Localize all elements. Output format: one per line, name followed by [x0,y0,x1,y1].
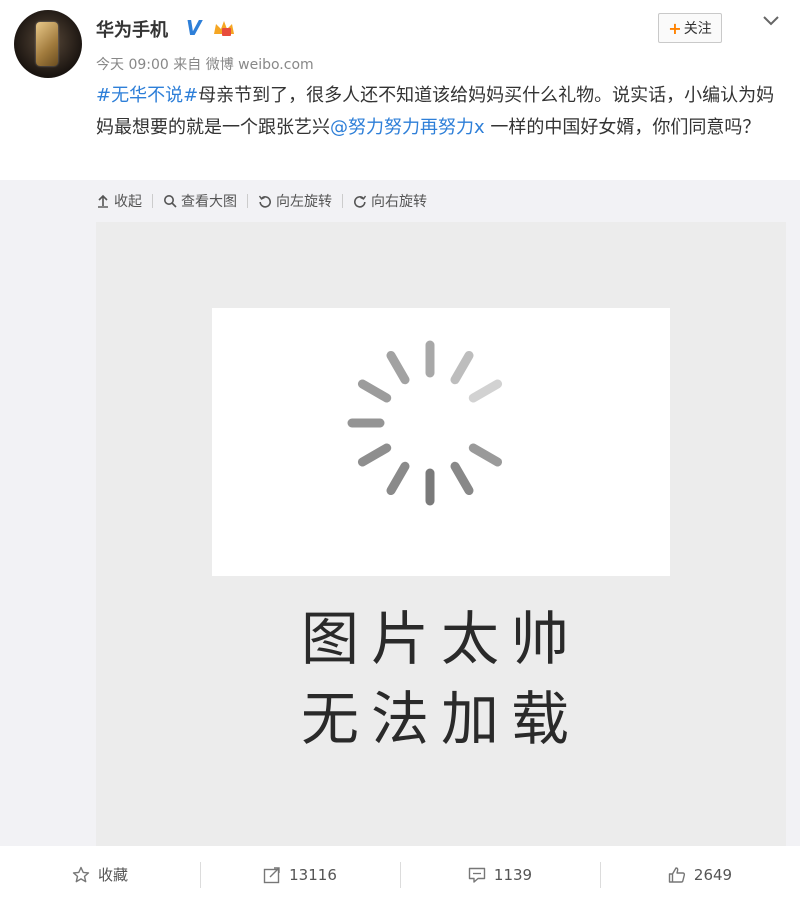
rotate-right-label: 向右旋转 [371,194,427,210]
rotate-left-icon [258,195,271,208]
view-large-label: 查看大图 [181,194,237,210]
follow-label: 关注 [683,21,712,37]
rotate-left-button[interactable]: 向左旋转 [258,191,332,211]
share-icon [263,866,280,883]
toolbar-divider [247,194,248,208]
comment-button[interactable]: 1139 [400,846,600,903]
like-button[interactable]: 2649 [600,846,800,903]
phone-image [36,22,58,66]
repost-count: 13116 [289,865,337,884]
hashtag-link[interactable]: #无华不说# [96,85,198,106]
view-large-button[interactable]: 查看大图 [163,191,237,211]
post-text-part-b: 一样的中国好女婿，你们同意吗？ [484,117,761,138]
comment-icon [468,867,486,883]
loading-card [212,308,670,576]
rotate-left-label: 向左旋转 [276,194,332,210]
image-caption-line2: 无法加载 [300,685,581,753]
chevron-down-icon[interactable] [760,10,782,32]
toolbar-divider [152,194,153,208]
follow-button[interactable]: + 关注 [658,13,722,43]
image-caption-line1: 图片太帅 [300,605,581,673]
source-prefix: 来自 [173,57,202,73]
username[interactable]: 华为手机 [96,16,168,42]
post-meta: 今天 09:00 来自 微博 weibo.com [96,54,314,74]
favorite-label: 收藏 [97,866,128,884]
avatar[interactable] [14,10,82,78]
like-count: 2649 [693,865,733,884]
post-header: 华为手机 V 今天 09:00 来自 微博 weibo.com + 关注 #无华… [0,0,800,180]
vip-crown-icon [214,21,234,36]
post-time[interactable]: 今天 09:00 [96,57,169,73]
post-source[interactable]: 微博 weibo.com [206,57,314,73]
action-bar: 收藏 13116 1139 2649 [0,846,800,903]
plus-icon: + [668,18,682,38]
image-toolbar: 收起 查看大图 向左旋转 向右旋转 [96,190,427,212]
verified-icon: V [186,16,202,40]
loading-spinner-icon [347,340,503,506]
star-icon [72,866,90,882]
repost-button[interactable]: 13116 [200,846,400,903]
rotate-right-icon [354,195,367,208]
collapse-label: 收起 [114,194,142,210]
collapse-button[interactable]: 收起 [96,191,142,211]
arrow-up-icon [98,194,108,208]
mention-link[interactable]: @努力努力再努力x [330,117,485,138]
thumbs-up-icon [668,866,685,883]
toolbar-divider [342,194,343,208]
search-icon [164,195,177,208]
media-section: 收起 查看大图 向左旋转 向右旋转 图片太帅 无法加载 [0,180,800,846]
post-text: #无华不说#母亲节到了，很多人还不知道该给妈妈买什么礼物。说实话，小编认为妈妈最… [96,80,786,144]
post-image[interactable]: 图片太帅 无法加载 [96,222,786,846]
rotate-right-button[interactable]: 向右旋转 [353,191,427,211]
favorite-button[interactable]: 收藏 [0,846,200,903]
comment-count: 1139 [493,865,533,884]
